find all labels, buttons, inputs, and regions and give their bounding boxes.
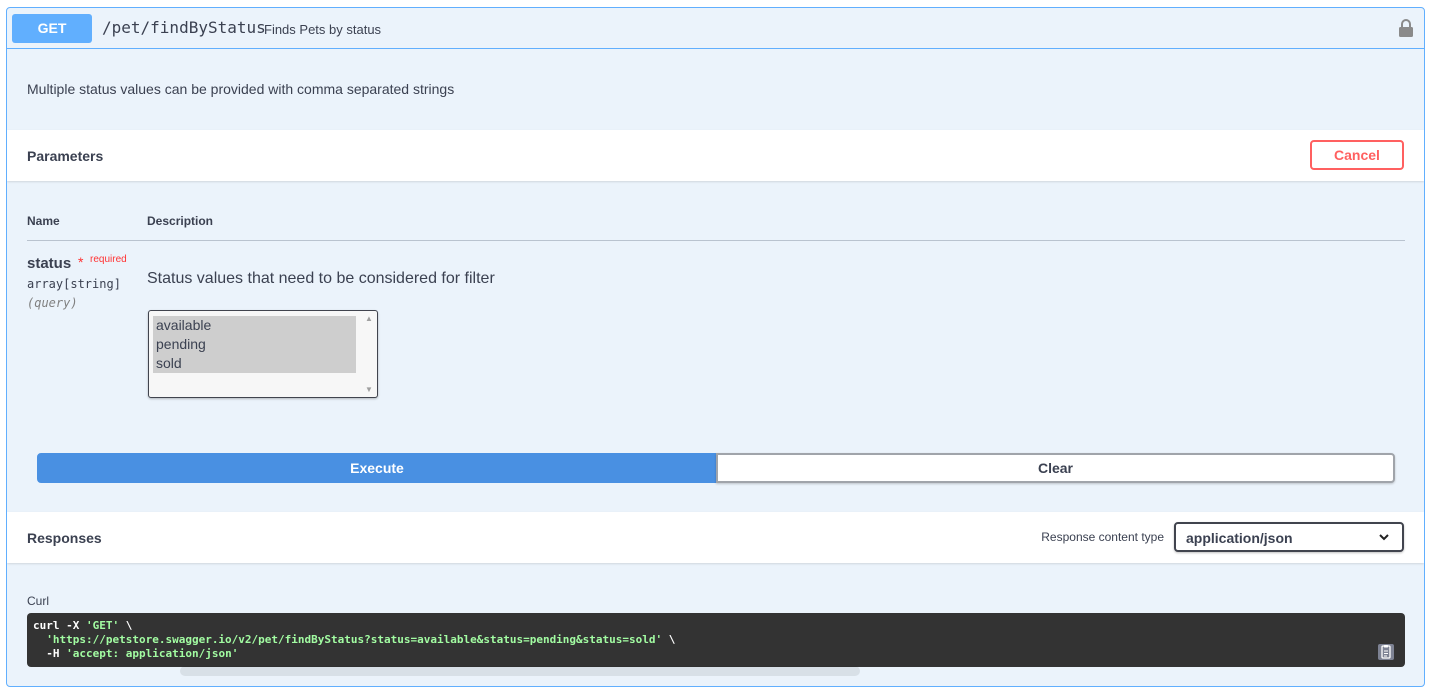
execute-button[interactable]: Execute bbox=[37, 453, 717, 483]
param-name: status bbox=[27, 255, 72, 272]
curl-line-1: curl -X 'GET' \ bbox=[33, 619, 1399, 633]
curl-continuation: \ bbox=[119, 619, 133, 632]
endpoint-path: /pet/findByStatus bbox=[102, 18, 266, 37]
column-header-name: Name bbox=[27, 214, 60, 228]
curl-line-3: -H 'accept: application/json' bbox=[33, 647, 1399, 661]
curl-label: Curl bbox=[27, 594, 50, 608]
scroll-shadow bbox=[180, 666, 860, 676]
response-content-type-label: Response content type bbox=[1041, 530, 1164, 544]
operation-description: Multiple status values can be provided w… bbox=[27, 81, 455, 97]
curl-continuation: \ bbox=[662, 633, 676, 646]
opblock-summary[interactable]: GET /pet/findByStatus Finds Pets by stat… bbox=[7, 8, 1424, 49]
column-header-description: Description bbox=[147, 214, 214, 228]
curl-method: 'GET' bbox=[85, 619, 120, 632]
curl-header-value: 'accept: application/json' bbox=[66, 647, 239, 660]
multiselect-scrollbar[interactable]: ▲ ▼ bbox=[363, 313, 375, 395]
cancel-button[interactable]: Cancel bbox=[1310, 140, 1404, 170]
copy-to-clipboard-icon[interactable] bbox=[1377, 643, 1395, 661]
opblock-get-findbystatus: GET /pet/findByStatus Finds Pets by stat… bbox=[6, 7, 1425, 687]
responses-title: Responses bbox=[27, 530, 102, 546]
scroll-down-arrow-icon[interactable]: ▼ bbox=[365, 385, 373, 394]
option-available[interactable]: available bbox=[153, 316, 356, 335]
option-sold[interactable]: sold bbox=[153, 354, 356, 373]
status-multiselect[interactable]: available pending sold ▲ ▼ bbox=[148, 310, 378, 398]
lock-icon[interactable] bbox=[1398, 18, 1414, 38]
param-type: array[string] bbox=[27, 277, 121, 291]
endpoint-summary: Finds Pets by status bbox=[264, 22, 382, 37]
curl-line-2: 'https://petstore.swagger.io/v2/pet/find… bbox=[33, 633, 1399, 647]
method-badge: GET bbox=[12, 14, 92, 43]
curl-code-block: curl -X 'GET' \ 'https://petstore.swagge… bbox=[27, 613, 1405, 667]
response-content-type-select[interactable]: application/json bbox=[1174, 522, 1404, 552]
parameters-title: Parameters bbox=[27, 148, 104, 164]
chevron-down-icon bbox=[1379, 534, 1389, 541]
responses-header: Responses Response content type applicat… bbox=[7, 512, 1424, 563]
option-pending[interactable]: pending bbox=[153, 335, 356, 354]
required-star: * bbox=[78, 254, 84, 270]
clear-button[interactable]: Clear bbox=[716, 453, 1395, 483]
param-location: (query) bbox=[27, 296, 78, 310]
parameters-header: Parameters Cancel bbox=[7, 130, 1424, 181]
header-divider bbox=[27, 240, 1405, 241]
curl-command: curl -X bbox=[33, 619, 86, 632]
required-label: required bbox=[90, 254, 127, 265]
response-content-type-value: application/json bbox=[1186, 530, 1293, 546]
scroll-up-arrow-icon[interactable]: ▲ bbox=[365, 314, 373, 323]
curl-url: 'https://petstore.swagger.io/v2/pet/find… bbox=[46, 633, 663, 646]
param-description: Status values that need to be considered… bbox=[147, 270, 495, 287]
curl-header-flag: -H bbox=[33, 647, 67, 660]
